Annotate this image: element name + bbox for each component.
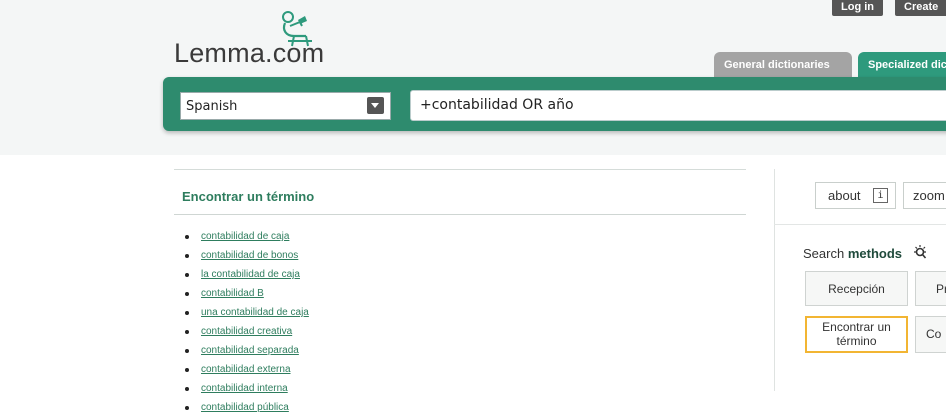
panel-top-divider xyxy=(174,169,746,170)
tab-general-dictionaries[interactable]: General dictionaries xyxy=(714,52,852,77)
login-button[interactable]: Log in xyxy=(832,0,883,16)
method-partial-button-2[interactable]: Co xyxy=(915,316,946,353)
result-link[interactable]: contabilidad separada xyxy=(201,345,299,356)
sidebar-separator xyxy=(774,224,946,225)
result-link[interactable]: contabilidad interna xyxy=(201,383,288,394)
result-link[interactable]: contabilidad B xyxy=(201,288,264,299)
method-partial-button[interactable]: Pr xyxy=(915,271,946,306)
result-link[interactable]: una contabilidad de caja xyxy=(201,307,309,318)
reader-figure-icon xyxy=(282,11,312,47)
zoom-button[interactable]: zoom xyxy=(903,182,946,209)
results-list: contabilidad de caja contabilidad de bon… xyxy=(185,231,309,416)
about-label: about xyxy=(828,188,861,203)
result-link[interactable]: la contabilidad de caja xyxy=(201,269,300,280)
list-item: contabilidad de caja xyxy=(185,231,309,250)
result-link[interactable]: contabilidad de bonos xyxy=(201,250,298,261)
list-item: contabilidad B xyxy=(185,288,309,307)
panel-title: Encontrar un término xyxy=(182,189,315,204)
site-logo[interactable]: Lemma.com xyxy=(174,8,374,68)
methods-bold: methods xyxy=(847,246,902,261)
language-select-value: Spanish xyxy=(186,99,238,114)
list-item: contabilidad de bonos xyxy=(185,250,309,269)
list-item: contabilidad creativa xyxy=(185,326,309,345)
result-link[interactable]: contabilidad pública xyxy=(201,402,289,413)
create-account-button[interactable]: Create xyxy=(895,0,946,16)
about-button[interactable]: about i xyxy=(815,182,896,209)
list-item: contabilidad interna xyxy=(185,383,309,402)
tab-specialized-dictionaries[interactable]: Specialized dictionaries xyxy=(858,52,946,77)
language-select[interactable]: Spanish xyxy=(180,92,391,120)
chevron-down-icon[interactable] xyxy=(367,97,384,114)
search-methods-label: Search methods xyxy=(803,246,902,261)
method-reception-button[interactable]: Recepción xyxy=(805,271,908,306)
result-link[interactable]: contabilidad de caja xyxy=(201,231,289,242)
method-find-term-button[interactable]: Encontrar un término xyxy=(805,316,908,353)
list-item: la contabilidad de caja xyxy=(185,269,309,288)
result-link[interactable]: contabilidad externa xyxy=(201,364,291,375)
sidebar-divider xyxy=(774,169,775,391)
list-item: contabilidad separada xyxy=(185,345,309,364)
result-link[interactable]: contabilidad creativa xyxy=(201,326,292,337)
panel-title-divider xyxy=(174,214,746,215)
list-item: contabilidad externa xyxy=(185,364,309,383)
list-item: contabilidad pública xyxy=(185,402,309,416)
info-icon: i xyxy=(873,188,888,203)
methods-prefix: Search xyxy=(803,246,845,261)
magnifier-sparkle-icon[interactable] xyxy=(913,244,929,262)
list-item: una contabilidad de caja xyxy=(185,307,309,326)
search-input[interactable]: +contabilidad OR año xyxy=(410,90,946,121)
